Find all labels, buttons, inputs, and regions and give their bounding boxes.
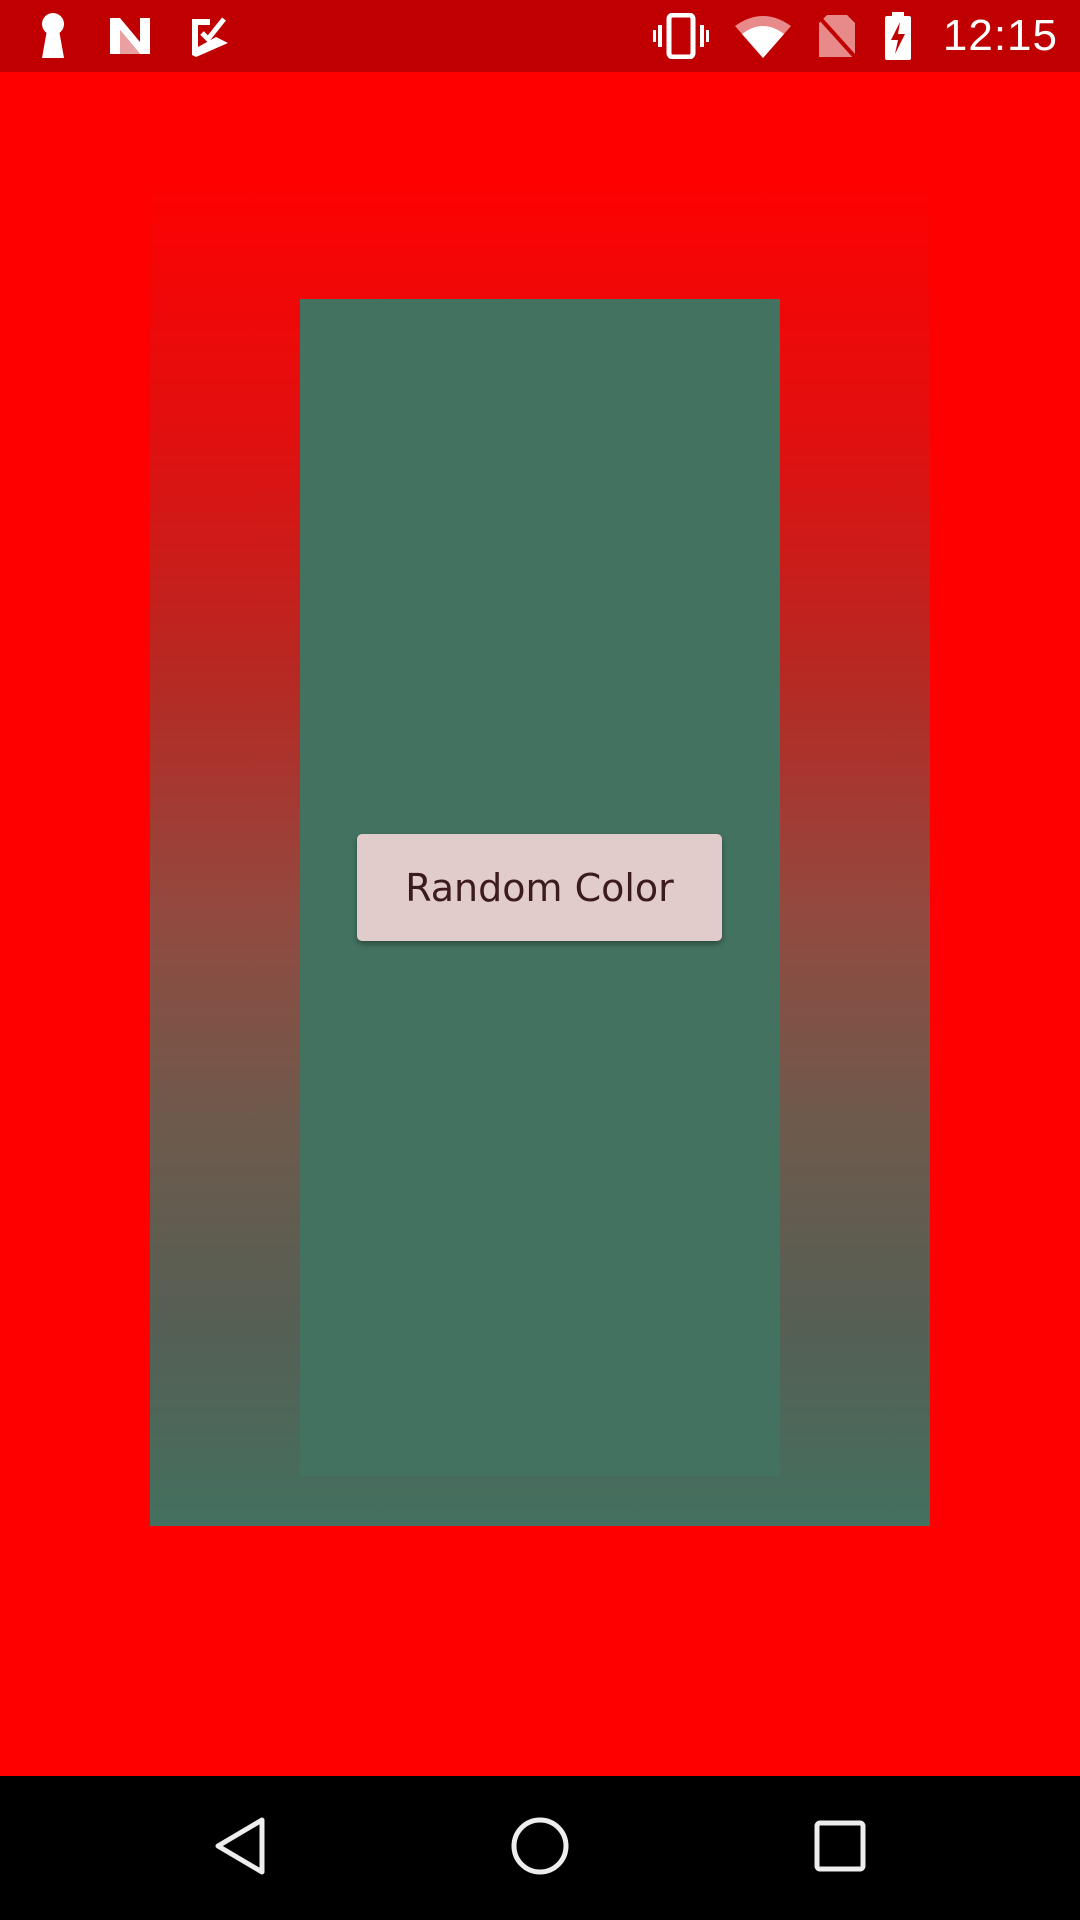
app-content: Random Color bbox=[0, 72, 1080, 1776]
system-status-icons: 12:15 bbox=[627, 10, 1080, 62]
status-bar: 12:15 bbox=[0, 0, 1080, 72]
notification-icons bbox=[36, 12, 230, 60]
back-icon bbox=[212, 1816, 268, 1881]
random-color-button[interactable]: Random Color bbox=[357, 834, 722, 941]
back-button[interactable] bbox=[204, 1812, 276, 1884]
recents-button[interactable] bbox=[804, 1812, 876, 1884]
recents-icon bbox=[814, 1820, 866, 1877]
navigation-bar bbox=[0, 1776, 1080, 1920]
vibrate-icon bbox=[652, 13, 709, 59]
task-check-icon bbox=[190, 15, 230, 57]
keyhole-icon bbox=[36, 12, 70, 60]
home-icon bbox=[510, 1816, 570, 1881]
wifi-icon bbox=[734, 14, 791, 58]
status-time: 12:15 bbox=[942, 11, 1058, 60]
no-sim-icon bbox=[817, 13, 857, 59]
battery-charging-icon bbox=[883, 12, 913, 60]
n-logo-icon bbox=[108, 16, 152, 56]
home-button[interactable] bbox=[504, 1812, 576, 1884]
